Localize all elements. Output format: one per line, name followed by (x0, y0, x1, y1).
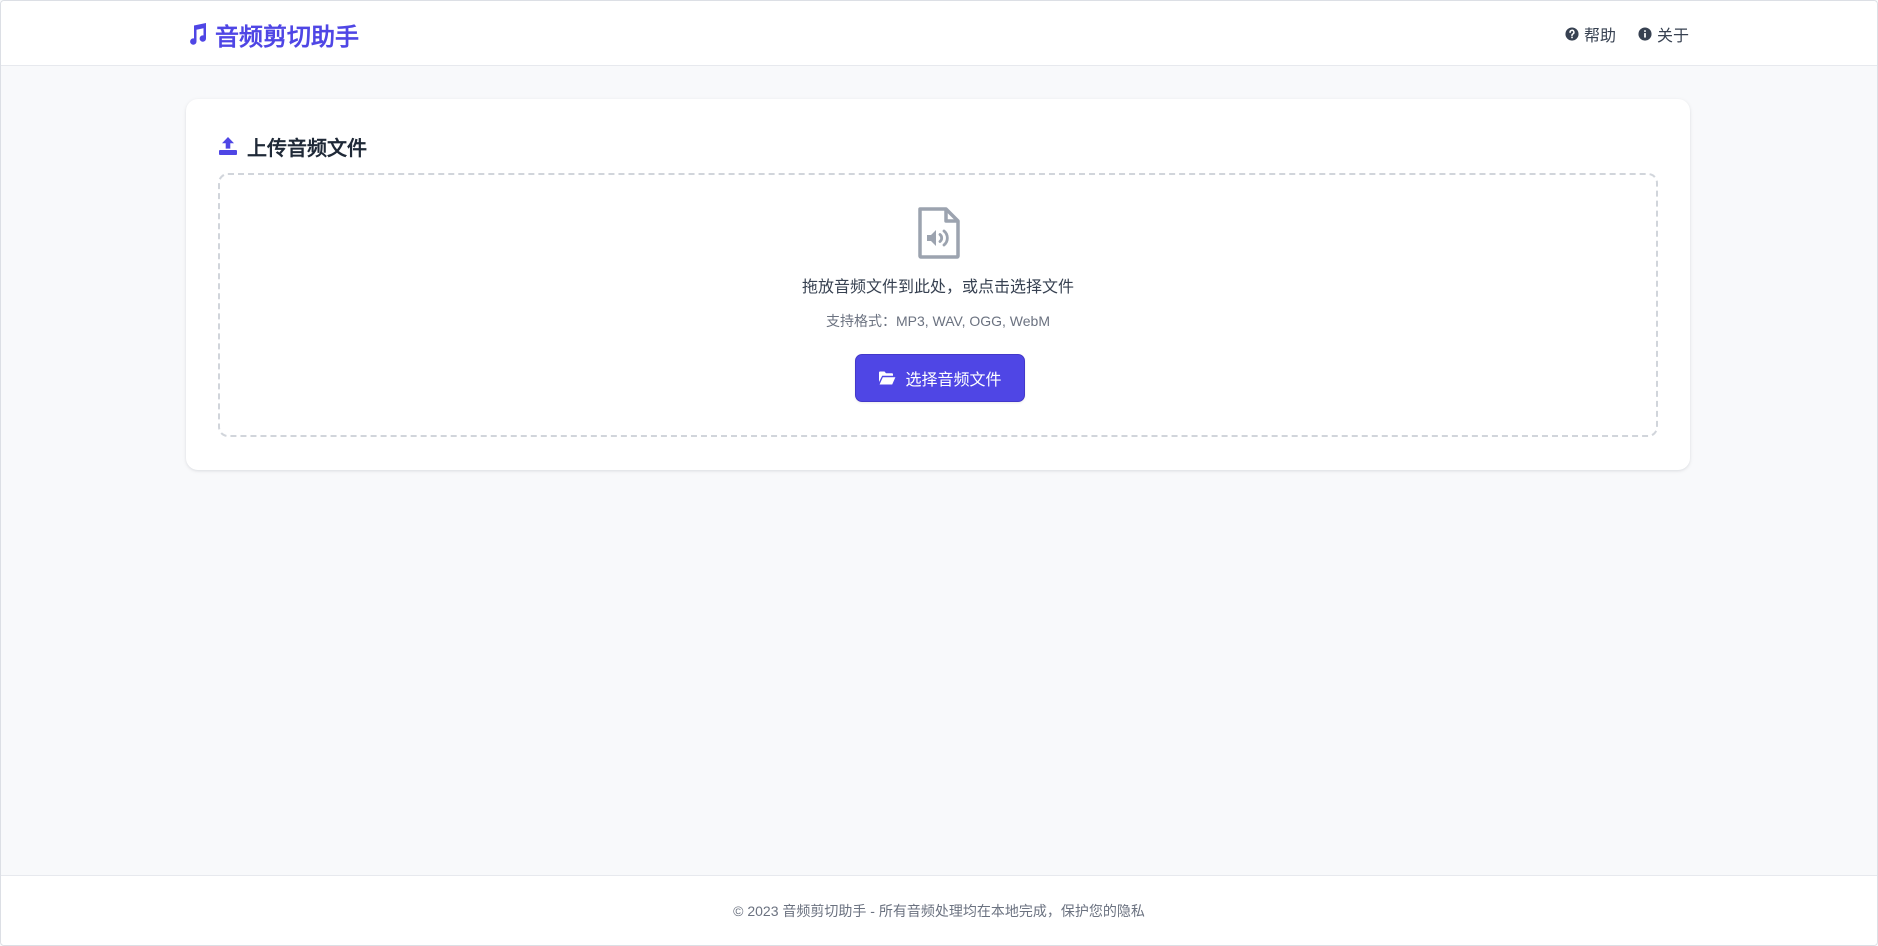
nav-help-label: 帮助 (1583, 28, 1616, 45)
brand[interactable]: 音频剪切助手 (185, 18, 359, 51)
folder-open-icon (878, 370, 896, 386)
select-audio-button[interactable]: 选择音频文件 (855, 354, 1025, 402)
upload-card: 上传音频文件 拖放音频文件到此处，或点击选择文件 支持格式：MP3, WAV, … (186, 99, 1690, 470)
top-header: 音频剪切助手 帮助 关于 (1, 1, 1877, 66)
page-footer: © 2023 音频剪切助手 - 所有音频处理均在本地完成，保护您的隐私 (1, 875, 1877, 945)
upload-title-text: 上传音频文件 (247, 137, 367, 160)
header-nav: 帮助 关于 (1565, 21, 1689, 47)
info-circle-icon (1638, 27, 1652, 41)
brand-title: 音频剪切助手 (215, 23, 359, 51)
footer-text: © 2023 音频剪切助手 - 所有音频处理均在本地完成，保护您的隐私 (733, 903, 1145, 919)
supported-formats: 支持格式：MP3, WAV, OGG, WebM (825, 313, 1051, 329)
audio-file-icon (916, 207, 962, 259)
dropzone-instruction: 拖放音频文件到此处，或点击选择文件 (801, 279, 1074, 296)
nav-about-label: 关于 (1656, 28, 1689, 45)
upload-card-title: 上传音频文件 (218, 131, 367, 161)
app-window: 音频剪切助手 帮助 关于 上传音频文件 拖放音频文件到此处，或点击选择文件 支持… (0, 0, 1878, 946)
select-audio-button-label: 选择音频文件 (905, 372, 1002, 389)
nav-about[interactable]: 关于 (1638, 22, 1689, 46)
nav-help[interactable]: 帮助 (1565, 22, 1616, 46)
question-circle-icon (1565, 27, 1579, 41)
file-dropzone[interactable]: 拖放音频文件到此处，或点击选择文件 支持格式：MP3, WAV, OGG, We… (218, 173, 1658, 437)
upload-icon (218, 136, 238, 156)
music-note-icon (185, 22, 209, 46)
